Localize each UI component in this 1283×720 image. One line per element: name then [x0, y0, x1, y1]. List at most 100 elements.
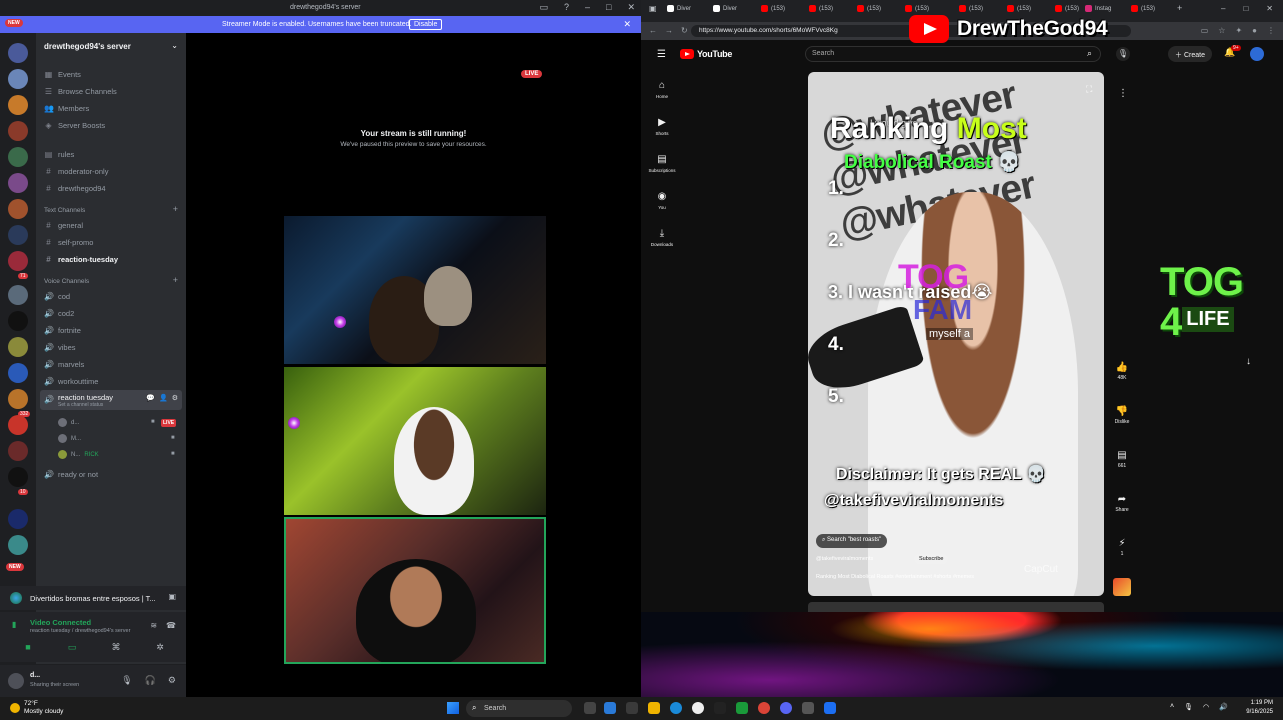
- channel-name[interactable]: @takefiveviralmoments: [816, 556, 873, 562]
- channel-drewthegod94[interactable]: # drewthegod94: [44, 184, 105, 193]
- share-button[interactable]: ➦ Share: [1113, 494, 1131, 513]
- volume-icon[interactable]: 🔊: [1219, 703, 1228, 711]
- chat-icon[interactable]: 💬: [146, 394, 155, 402]
- server-icon[interactable]: [8, 441, 28, 461]
- server-icon[interactable]: [8, 69, 28, 89]
- chrome-icon[interactable]: [758, 702, 770, 714]
- app-icon[interactable]: [714, 702, 726, 714]
- maximize-button[interactable]: □: [1243, 4, 1248, 13]
- voice-user[interactable]: M...: [58, 434, 81, 443]
- back-icon[interactable]: ←: [649, 26, 657, 35]
- server-icon[interactable]: [8, 467, 28, 487]
- voice-user[interactable]: d...: [58, 418, 79, 427]
- server-icon[interactable]: [8, 43, 28, 63]
- sidebar-item-you[interactable]: ◉ You: [647, 191, 677, 210]
- account-avatar[interactable]: [1250, 47, 1264, 61]
- avatar[interactable]: [8, 673, 24, 689]
- extensions-icon[interactable]: ✦: [1235, 26, 1242, 35]
- close-button[interactable]: ✕: [627, 2, 635, 13]
- channel-status[interactable]: Set a channel status: [58, 402, 103, 408]
- dislike-button[interactable]: 👎 Dislike: [1113, 406, 1131, 425]
- tab[interactable]: (153): [959, 5, 983, 12]
- remix-button[interactable]: ⚡ 1: [1113, 538, 1131, 557]
- voice-channel-workouttime[interactable]: 🔊 workouttime: [44, 377, 98, 386]
- voice-channel-cod2[interactable]: 🔊 cod2: [44, 309, 74, 318]
- channel-general[interactable]: # general: [44, 221, 83, 230]
- new-tab-icon[interactable]: +: [1177, 3, 1182, 13]
- mic-icon[interactable]: 🎙: [121, 675, 132, 686]
- next-short-icon[interactable]: ↓: [1246, 356, 1251, 367]
- channel-self-promo[interactable]: # self-promo: [44, 238, 93, 247]
- server-name[interactable]: drewthegod94's server: [44, 42, 131, 51]
- search-input[interactable]: Search ⌕: [805, 46, 1101, 62]
- cast-icon[interactable]: ▭: [1201, 26, 1209, 35]
- youtube-logo[interactable]: YouTube: [680, 49, 732, 59]
- tab-active[interactable]: (153): [1131, 5, 1155, 12]
- chevron-up-icon[interactable]: ˄: [1170, 703, 1174, 711]
- server-icon[interactable]: [8, 509, 28, 529]
- server-icon[interactable]: [8, 147, 28, 167]
- tab[interactable]: (153): [857, 5, 881, 12]
- video-tile[interactable]: [284, 216, 546, 364]
- profile-icon[interactable]: ●: [1252, 26, 1257, 35]
- sidebar-item-downloads[interactable]: ⤓ Downloads: [647, 228, 677, 247]
- task-view-icon[interactable]: [584, 702, 596, 714]
- server-icon[interactable]: [8, 199, 28, 219]
- app-icon[interactable]: [626, 702, 638, 714]
- server-icon[interactable]: [8, 363, 28, 383]
- soundboard-icon[interactable]: ✲: [146, 642, 174, 653]
- noise-suppression-icon[interactable]: ≋: [150, 621, 157, 630]
- wifi-icon[interactable]: ◠: [1203, 703, 1209, 711]
- voice-channel-fortnite[interactable]: 🔊 fortnite: [44, 326, 81, 335]
- tab[interactable]: (153): [1007, 5, 1031, 12]
- text-channels-category[interactable]: Text Channels: [44, 207, 85, 214]
- add-channel-icon[interactable]: +: [173, 275, 178, 285]
- tab[interactable]: Diver: [713, 5, 737, 12]
- search-chip[interactable]: ⌕ Search "best roasts": [816, 534, 888, 548]
- browser-icon[interactable]: [670, 702, 682, 714]
- chevron-down-icon[interactable]: ⌄: [171, 41, 178, 50]
- gear-icon[interactable]: ⚙: [168, 675, 176, 686]
- obs-icon[interactable]: [692, 702, 704, 714]
- sidebar-item-members[interactable]: 👥 Members: [44, 104, 89, 113]
- like-button[interactable]: 👍 48K: [1113, 362, 1131, 381]
- server-icon[interactable]: [8, 173, 28, 193]
- hamburger-menu-icon[interactable]: ☰: [657, 49, 666, 60]
- channel-moderator-only[interactable]: # moderator-only: [44, 167, 108, 176]
- create-button[interactable]: ＋ Create: [1168, 46, 1212, 62]
- help-icon[interactable]: ?: [564, 2, 569, 13]
- server-icon[interactable]: [8, 285, 28, 305]
- short-title[interactable]: Ranking Most Diabolical Roasts #entertai…: [816, 574, 974, 580]
- server-icon[interactable]: [8, 535, 28, 555]
- tab-menu-icon[interactable]: ▣: [649, 4, 657, 13]
- kebab-menu-icon[interactable]: ⋮: [1267, 26, 1275, 35]
- bookmark-icon[interactable]: ☆: [1218, 26, 1225, 35]
- channel-rules[interactable]: ▤ rules: [44, 150, 75, 159]
- add-channel-icon[interactable]: +: [173, 204, 178, 214]
- file-explorer-icon[interactable]: [648, 702, 660, 714]
- disable-streamer-mode-button[interactable]: Disable: [409, 19, 443, 30]
- voice-channel-reaction-tuesday[interactable]: 🔊 reaction tuesday Set a channel status …: [40, 390, 182, 410]
- server-icon[interactable]: [8, 389, 28, 409]
- next-short-preview[interactable]: [808, 602, 1104, 612]
- close-banner-icon[interactable]: ✕: [623, 19, 631, 30]
- video-tile-speaking[interactable]: [284, 517, 546, 664]
- weather-widget[interactable]: 72°F Mostly cloudy: [10, 700, 63, 716]
- server-icon[interactable]: [8, 95, 28, 115]
- sidebar-item-server-boosts[interactable]: ◈ Server Boosts: [44, 121, 105, 130]
- sidebar-item-subscriptions[interactable]: ▤ Subscriptions: [647, 154, 677, 173]
- server-icon[interactable]: [8, 337, 28, 357]
- discord-icon[interactable]: [780, 702, 792, 714]
- inbox-icon[interactable]: ▭: [539, 2, 548, 13]
- sidebar-item-home[interactable]: ⌂ Home: [647, 80, 677, 99]
- tab[interactable]: Diver: [667, 5, 691, 12]
- server-icon[interactable]: [8, 251, 28, 271]
- disconnect-icon[interactable]: ☎: [166, 621, 176, 630]
- sidebar-item-shorts[interactable]: ▶ Shorts: [647, 117, 677, 136]
- voice-channel-cod[interactable]: 🔊 cod: [44, 292, 70, 301]
- search-icon[interactable]: ⌕: [1087, 48, 1092, 59]
- clock[interactable]: 1:19 PM 9/16/2025: [1246, 699, 1273, 717]
- reload-icon[interactable]: ↻: [681, 26, 688, 35]
- gear-icon[interactable]: ⚙: [172, 394, 178, 402]
- fullscreen-icon[interactable]: ⛶: [1086, 84, 1092, 95]
